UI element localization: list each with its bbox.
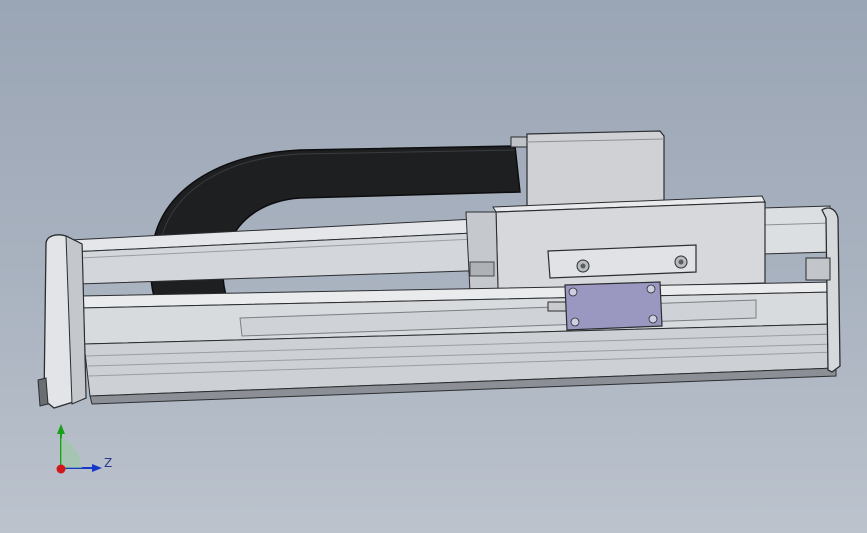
model-canvas[interactable]: Z <box>0 0 867 533</box>
sensor-pin <box>547 301 567 312</box>
sensor-screw-tl <box>568 287 578 297</box>
left-end-cap[interactable] <box>37 234 87 409</box>
clamp-bar[interactable] <box>547 244 697 279</box>
axis-x-origin-icon <box>56 464 66 474</box>
cad-viewport[interactable]: Z <box>0 0 867 533</box>
carriage-side-slot <box>469 261 495 277</box>
axis-y-arrow <box>57 424 65 434</box>
motor-block[interactable] <box>510 130 665 209</box>
sensor-screw-br <box>648 314 658 324</box>
motor-mount-bracket <box>510 136 530 148</box>
clamp-bar-body <box>547 244 697 279</box>
carriage-body <box>495 201 766 291</box>
axis-z-label: Z <box>104 456 112 470</box>
right-rail-top <box>759 205 833 255</box>
clamp-screw-left-hole <box>580 263 586 269</box>
base-profile[interactable] <box>79 281 837 405</box>
axis-triad[interactable]: Z <box>56 424 113 474</box>
carriage[interactable] <box>465 195 766 293</box>
motor-body <box>526 130 665 209</box>
sensor-screw-bl <box>570 317 580 327</box>
right-end-block <box>805 257 831 281</box>
axis-z-arrow <box>92 464 102 472</box>
sensor-screw-tr <box>646 284 656 294</box>
left-end-connector <box>37 377 49 407</box>
clamp-screw-right-hole <box>678 259 684 265</box>
axis-xy-plane <box>61 438 82 468</box>
carriage-side-lip <box>465 211 499 293</box>
